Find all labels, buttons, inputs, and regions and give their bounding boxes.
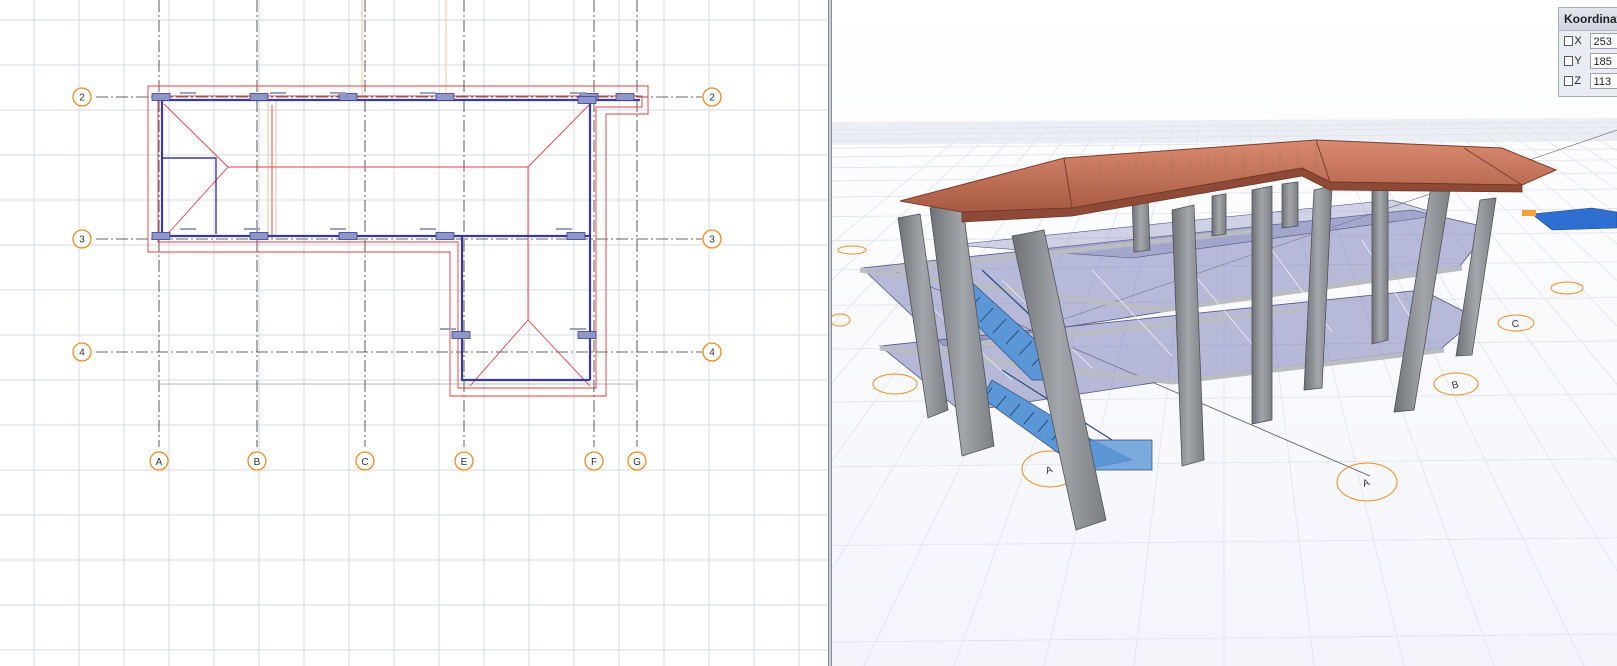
beam-layout[interactable] xyxy=(151,92,640,382)
beam-tag xyxy=(330,228,346,230)
plan-view-viewport[interactable]: 2 2 3 3 4 4 A B C E F G xyxy=(0,0,828,666)
beam-tag xyxy=(180,92,196,94)
row-axis-label: 3 xyxy=(709,235,715,246)
column-axis-label: B xyxy=(254,457,261,468)
coordinate-row-z: Z 113 xyxy=(1559,71,1617,91)
column[interactable] xyxy=(338,232,358,240)
column[interactable] xyxy=(338,93,358,101)
beam-tag xyxy=(440,328,456,330)
3d-view-viewport[interactable]: AABC xyxy=(832,0,1617,666)
column[interactable] xyxy=(249,93,269,101)
beam-tag xyxy=(330,92,346,94)
roof-inner-outline xyxy=(157,95,643,389)
y-axis-label: Y xyxy=(1574,55,1582,67)
axis-bubbles[interactable]: 2 2 3 3 4 4 A B C E F G xyxy=(72,87,722,471)
beam-tag xyxy=(570,92,586,94)
coordinate-row-y: Y 185 xyxy=(1559,51,1617,71)
row-axis-label: 4 xyxy=(709,348,715,359)
beam-tag xyxy=(244,228,260,230)
column[interactable] xyxy=(577,96,597,104)
column[interactable] xyxy=(151,232,171,240)
coordinates-panel-title: Koordinat xyxy=(1559,8,1617,31)
beam-tag xyxy=(556,228,572,230)
beam-tag xyxy=(570,328,586,330)
coordinates-panel: Koordinat X 253 Y 185 Z 113 xyxy=(1558,7,1617,97)
column[interactable] xyxy=(151,93,171,101)
column[interactable] xyxy=(615,93,635,101)
column[interactable] xyxy=(435,93,455,101)
column[interactable] xyxy=(435,232,455,240)
column-3d[interactable] xyxy=(1251,185,1273,425)
y-coordinate-field[interactable]: 185 xyxy=(1589,53,1617,69)
roof-hip xyxy=(527,103,591,168)
x-axis-label: X xyxy=(1574,35,1582,47)
row-axis-label: 2 xyxy=(709,93,715,104)
beam[interactable] xyxy=(460,236,590,382)
row-axis-label: 3 xyxy=(79,235,85,246)
roof-outer-outline xyxy=(147,85,649,397)
z-axis-label: Z xyxy=(1574,75,1582,87)
roof-outline xyxy=(147,85,649,397)
column[interactable] xyxy=(249,232,269,240)
column[interactable] xyxy=(451,331,471,339)
column-3d[interactable] xyxy=(1281,181,1299,229)
beam-tag xyxy=(270,92,286,94)
x-coordinate-field[interactable]: 253 xyxy=(1589,33,1617,49)
floor-plan-canvas[interactable]: 2 2 3 3 4 4 A B C E F G xyxy=(0,0,828,666)
column-axis-label: C xyxy=(361,457,368,468)
column-axis-label: F xyxy=(591,457,597,468)
column-3d[interactable] xyxy=(1211,193,1227,237)
z-lock-checkbox[interactable] xyxy=(1564,76,1574,86)
column-axis-label: A xyxy=(156,457,163,468)
beam-tag xyxy=(420,228,436,230)
column[interactable] xyxy=(566,232,586,240)
beam-tag xyxy=(180,228,196,230)
row-axis-label: 2 xyxy=(79,93,85,104)
roof-hip xyxy=(163,166,229,239)
column[interactable] xyxy=(577,331,597,339)
z-coordinate-field[interactable]: 113 xyxy=(1589,73,1617,89)
beam[interactable] xyxy=(162,157,217,234)
row-axis-label: 4 xyxy=(79,348,85,359)
x-lock-checkbox[interactable] xyxy=(1564,36,1574,46)
3d-model-canvas[interactable]: AABC xyxy=(832,0,1617,666)
distant-marker xyxy=(1522,210,1536,216)
column-3d[interactable] xyxy=(1371,182,1389,345)
coordinate-row-x: X 253 xyxy=(1559,31,1617,51)
column-axis-label: G xyxy=(633,457,641,468)
column-axis-label: E xyxy=(461,457,468,468)
beam-tag xyxy=(420,92,436,94)
y-lock-checkbox[interactable] xyxy=(1564,56,1574,66)
